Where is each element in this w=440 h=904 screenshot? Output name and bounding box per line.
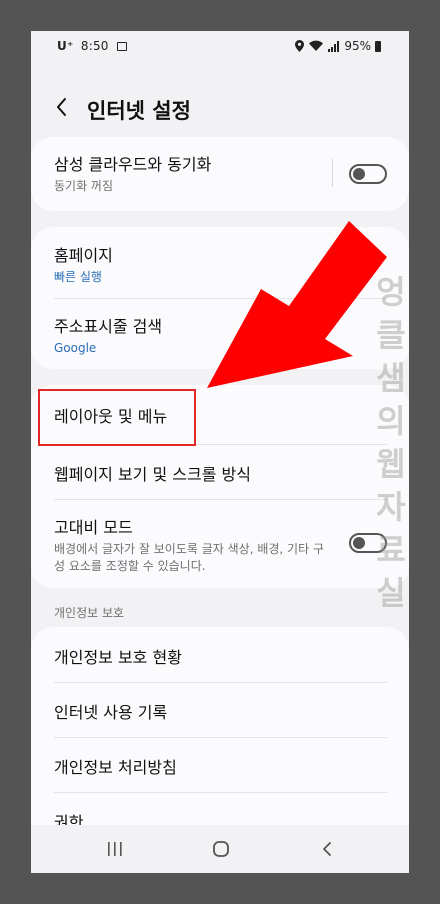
phone-screen: U⁺ 8:50 95% 인터넷 설정 삼성 클라우드와 동기화 동기화 꺼짐 홈…	[31, 31, 409, 873]
signal-icon	[328, 40, 340, 52]
home-icon[interactable]	[201, 837, 241, 861]
navigation-bar	[31, 825, 409, 873]
scroll-label: 웹페이지 보기 및 스크롤 방식	[54, 465, 251, 484]
high-contrast-desc: 배경에서 글자가 잘 보이도록 글자 색상, 배경, 기타 구성 요소를 조정할…	[54, 542, 324, 573]
sync-toggle[interactable]	[349, 164, 387, 184]
battery-icon	[375, 40, 381, 52]
toggle-knob	[353, 537, 365, 549]
toggle-knob	[353, 168, 365, 180]
app-header: 인터넷 설정	[31, 89, 409, 129]
recents-icon[interactable]	[95, 837, 135, 861]
status-bar: U⁺ 8:50 95%	[31, 31, 409, 61]
homepage-row[interactable]: 홈페이지 빠른 실행	[31, 227, 409, 298]
wifi-icon	[309, 40, 324, 51]
browsing-history-row[interactable]: 인터넷 사용 기록	[31, 682, 409, 737]
homepage-value: 빠른 실행	[54, 270, 102, 284]
browsing-history-label: 인터넷 사용 기록	[54, 703, 168, 722]
privacy-status-row[interactable]: 개인정보 보호 현황	[31, 627, 409, 682]
clock: 8:50	[80, 39, 109, 53]
back-icon[interactable]	[307, 837, 347, 861]
address-bar-search-label: 주소표시줄 검색	[54, 317, 163, 336]
address-bar-search-row[interactable]: 주소표시줄 검색 Google	[31, 298, 409, 369]
sync-card: 삼성 클라우드와 동기화 동기화 꺼짐	[31, 137, 409, 211]
page-title: 인터넷 설정	[87, 99, 191, 123]
homepage-card: 홈페이지 빠른 실행 주소표시줄 검색 Google	[31, 227, 409, 369]
privacy-card: 개인정보 보호 현황 인터넷 사용 기록 개인정보 처리방침 권한	[31, 627, 409, 857]
layout-menu-label: 레이아웃 및 메뉴	[54, 407, 168, 426]
divider-vertical	[332, 159, 333, 187]
layout-card: 레이아웃 및 메뉴 웹페이지 보기 및 스크롤 방식 고대비 모드 배경에서 글…	[31, 385, 409, 588]
address-bar-search-value: Google	[54, 341, 97, 355]
location-icon	[295, 40, 305, 52]
scroll-row[interactable]: 웹페이지 보기 및 스크롤 방식	[31, 443, 409, 498]
carrier-label: U⁺	[57, 39, 74, 53]
layout-menu-row[interactable]: 레이아웃 및 메뉴	[31, 385, 409, 443]
homepage-label: 홈페이지	[54, 246, 113, 265]
watermark: 엉클샘의웹자료실	[376, 273, 406, 612]
back-arrow-icon[interactable]	[53, 95, 71, 119]
privacy-policy-row[interactable]: 개인정보 처리방침	[31, 737, 409, 792]
privacy-policy-label: 개인정보 처리방침	[54, 758, 177, 777]
high-contrast-label: 고대비 모드	[54, 518, 133, 537]
privacy-status-label: 개인정보 보호 현황	[54, 648, 182, 667]
battery-percent: 95%	[344, 39, 371, 53]
gallery-notification-icon	[117, 42, 128, 51]
privacy-section-label: 개인정보 보호	[54, 606, 125, 620]
